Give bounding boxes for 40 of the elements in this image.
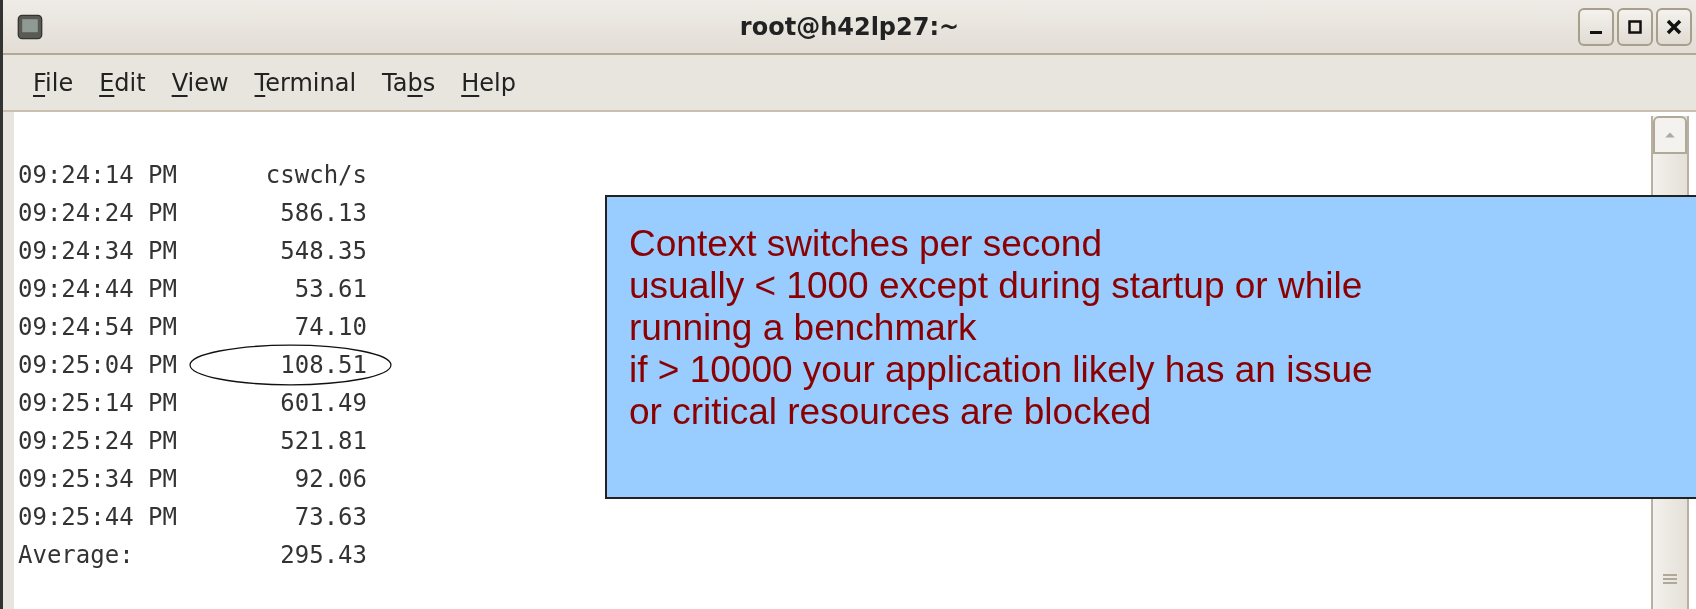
timestamp: 09:25:14 PM <box>18 389 178 417</box>
value-text: 74.10 <box>294 313 367 341</box>
value-text: 108.51 <box>280 351 367 379</box>
value-text: 521.81 <box>280 427 367 455</box>
window-title: root@h42lp27:~ <box>739 12 960 41</box>
timestamp: 09:24:54 PM <box>18 313 178 341</box>
value-text: 586.13 <box>280 199 367 227</box>
timestamp: 09:25:34 PM <box>18 465 178 493</box>
timestamp: 09:24:34 PM <box>18 237 178 265</box>
timestamp: 09:24:14 PM <box>18 161 178 189</box>
timestamp: 09:25:04 PM <box>18 351 178 379</box>
grip-icon <box>1663 573 1677 585</box>
menu-item[interactable]: Help <box>461 68 516 97</box>
value-text: 548.35 <box>280 237 367 265</box>
terminal-icon <box>17 13 43 40</box>
value-text: 53.61 <box>294 275 367 303</box>
menu-item[interactable]: Edit <box>99 68 146 97</box>
value-text: 92.06 <box>294 465 367 493</box>
menu-item[interactable]: Terminal <box>254 68 357 97</box>
timestamp: 09:24:44 PM <box>18 275 178 303</box>
timestamp: 09:24:24 PM <box>18 199 178 227</box>
minimize-icon <box>1590 31 1602 34</box>
value-text: 601.49 <box>280 389 367 417</box>
minimize-button[interactable] <box>1578 7 1614 46</box>
close-button[interactable] <box>1656 7 1692 46</box>
value-text: 73.63 <box>294 503 367 531</box>
value-text: 295.43 <box>280 541 367 569</box>
callout-text: Context switches per second <box>629 223 1103 265</box>
menu-item[interactable]: File <box>33 68 74 97</box>
timestamp: 09:25:44 PM <box>18 503 178 531</box>
value-text: cswch/s <box>265 161 367 189</box>
maximize-button[interactable] <box>1617 7 1653 46</box>
callout-text: if > 10000 your application likely has an issue <box>629 349 1374 391</box>
callout-text: usually < 1000 except during startup or while <box>629 265 1364 307</box>
callout-text: or critical resources are blocked <box>629 391 1153 433</box>
timestamp: 09:25:24 PM <box>18 427 178 455</box>
timestamp: Average: <box>18 541 135 569</box>
callout-text: running a benchmark <box>629 307 978 349</box>
menu-item[interactable]: Tabs <box>382 68 436 97</box>
menu-item[interactable]: View <box>171 68 229 97</box>
